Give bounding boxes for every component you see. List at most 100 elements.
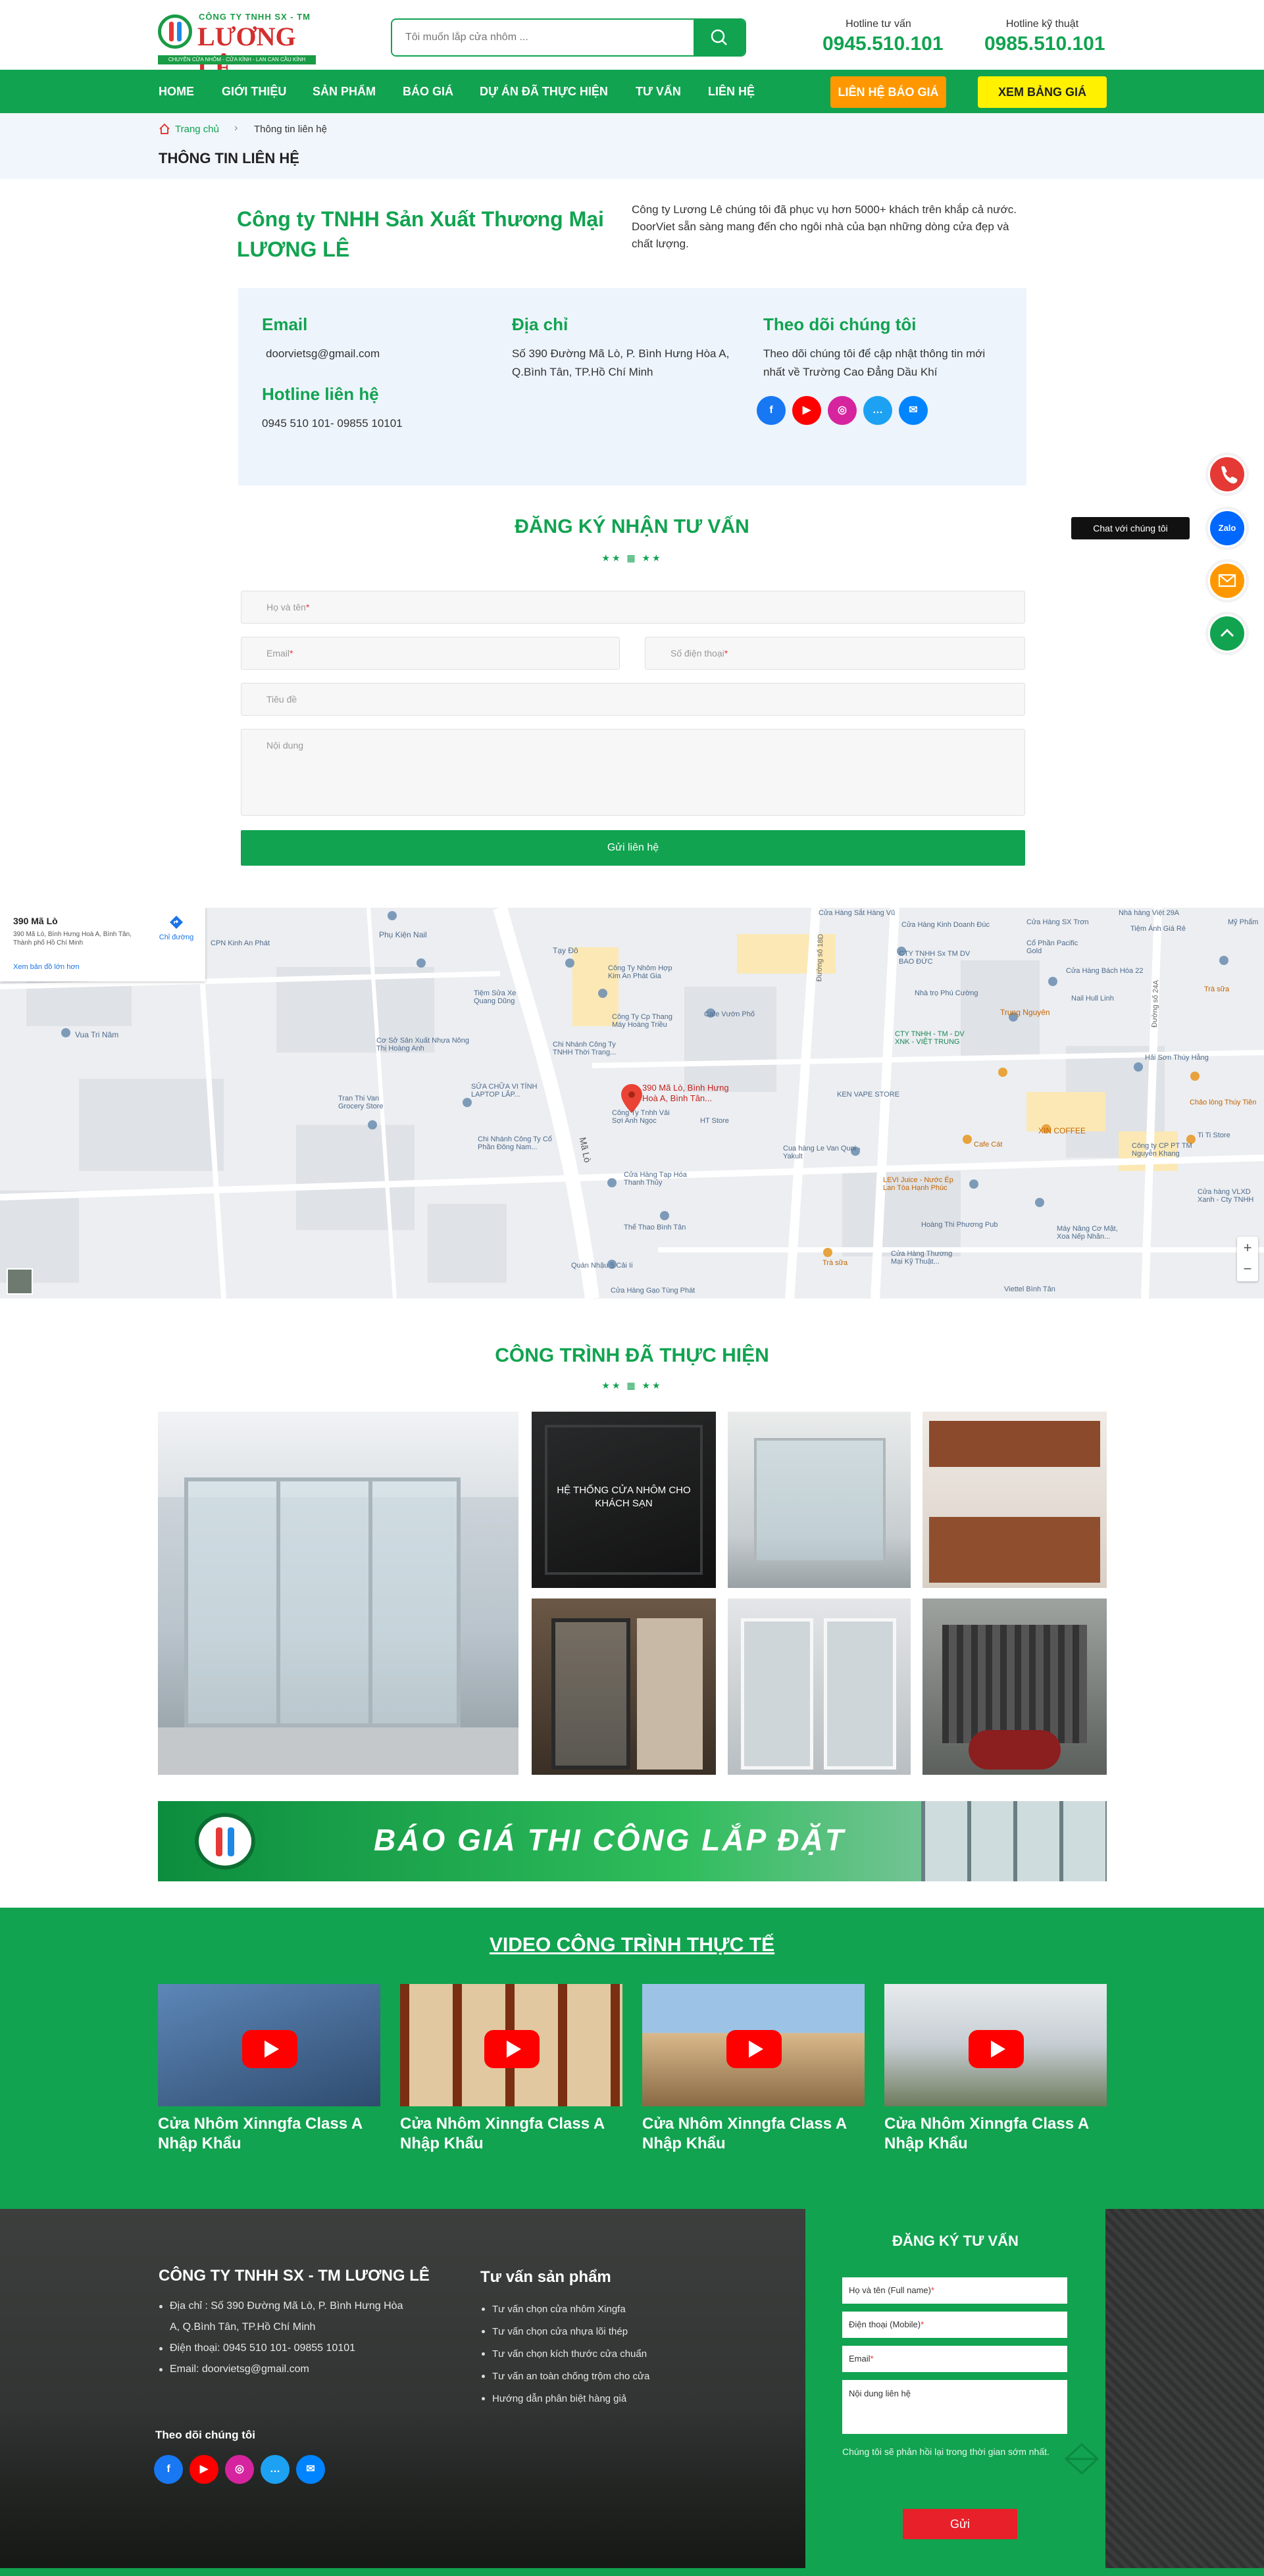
- footer-advice-link[interactable]: Tư vấn chọn cửa nhôm Xingfa: [480, 2298, 717, 2321]
- hotline-heading: Hotline liên hệ: [262, 384, 379, 404]
- quote-banner[interactable]: BÁO GIÁ THI CÔNG LẮP ĐẶT: [158, 1801, 1107, 1881]
- project-image-hotel[interactable]: HỆ THỐNG CỬA NHÔM CHO KHÁCH SẠN: [532, 1412, 716, 1588]
- map-label: Công Ty Tnhh Vải Sợi Anh Ngọc: [612, 1109, 670, 1125]
- map-label: Cửa Hàng Thương Mại Kỹ Thuật...: [891, 1250, 953, 1266]
- footer-register-form: ĐĂNG KÝ TƯ VẤN Họ và tên (Full name)* Đi…: [805, 2209, 1105, 2576]
- email-button[interactable]: [1208, 562, 1246, 600]
- video-thumbnail[interactable]: [884, 1984, 1107, 2106]
- map-label: Cơ Sở Sản Xuất Nhựa Nông Thị Hoàng Anh: [376, 1037, 470, 1053]
- messenger-icon[interactable]: ✉: [899, 396, 928, 425]
- play-icon[interactable]: [484, 2030, 540, 2068]
- footer-phone[interactable]: Điện thoại: 0945 510 101- 09855 10101: [158, 2338, 408, 2359]
- map-label: Quán Nhậu 5 Cải Ii: [571, 1262, 633, 1270]
- search-box: [391, 18, 746, 57]
- search-button[interactable]: [694, 20, 745, 55]
- email-value[interactable]: doorvietsg@gmail.com: [266, 345, 380, 363]
- breadcrumb-home[interactable]: Trang chủ: [175, 124, 219, 135]
- map-label: Cửa Hàng Sắt Hàng Vũ: [819, 909, 896, 917]
- project-image-white-doors[interactable]: [728, 1598, 911, 1775]
- footer-advice-link[interactable]: Tư vấn chọn kích thước cửa chuẩn: [480, 2343, 717, 2365]
- video-card[interactable]: Cửa Nhôm Xinngfa Class A Nhập Khẩu: [158, 1984, 380, 2154]
- directions-button[interactable]: Chỉ đường: [158, 914, 195, 941]
- footer-advice-list: Tư vấn chọn cửa nhôm Xingfa Tư vấn chọn …: [480, 2298, 717, 2410]
- video-caption[interactable]: Cửa Nhôm Xinngfa Class A Nhập Khẩu: [400, 2114, 622, 2154]
- search-input[interactable]: [392, 20, 695, 55]
- video-caption[interactable]: Cửa Nhôm Xinngfa Class A Nhập Khẩu: [884, 2114, 1107, 2154]
- footer-advice-heading: Tư vấn sản phẩm: [480, 2268, 611, 2286]
- video-card[interactable]: Cửa Nhôm Xinngfa Class A Nhập Khẩu: [642, 1984, 865, 2154]
- nav-projects[interactable]: DỰ ÁN ĐÃ THỰC HIỆN: [480, 70, 608, 113]
- nav-contact[interactable]: LIÊN HỆ: [708, 70, 755, 113]
- follow-heading: Theo dõi chúng tôi: [763, 314, 917, 334]
- project-image-folding-door[interactable]: [532, 1598, 716, 1775]
- page-title: THÔNG TIN LIÊN HỆ: [159, 150, 299, 166]
- hotline-number[interactable]: 0945.510.101: [822, 33, 944, 55]
- contact-quote-button[interactable]: LIÊN HỆ BÁO GIÁ: [830, 76, 946, 108]
- play-icon[interactable]: [242, 2030, 297, 2068]
- map-label: Đường số 18D: [815, 933, 825, 982]
- footer-submit-button[interactable]: Gửi: [903, 2509, 1017, 2539]
- footer-content-field[interactable]: Nội dung liên hệ: [842, 2380, 1067, 2434]
- hotline-tech: Hotline kỹ thuật 0985.510.101: [984, 18, 1105, 55]
- facebook-icon[interactable]: f: [154, 2455, 183, 2484]
- submit-contact-button[interactable]: Gửi liên hệ: [241, 830, 1025, 866]
- price-list-button[interactable]: XEM BẢNG GIÁ: [978, 76, 1107, 108]
- play-icon[interactable]: [969, 2030, 1024, 2068]
- phone-call-button[interactable]: [1208, 455, 1246, 493]
- satellite-toggle[interactable]: [7, 1268, 33, 1295]
- name-field[interactable]: Họ và tên*: [241, 591, 1025, 624]
- chat-icon[interactable]: …: [863, 396, 892, 425]
- youtube-icon[interactable]: ▶: [190, 2455, 218, 2484]
- footer-advice-link[interactable]: Tư vấn chọn cửa nhựa lõi thép: [480, 2321, 717, 2343]
- footer-email[interactable]: Email: doorvietsg@gmail.com: [158, 2359, 408, 2380]
- video-thumbnail[interactable]: [400, 1984, 622, 2106]
- map-label: Đường số 24A: [1150, 979, 1161, 1028]
- nav-pricing[interactable]: BÁO GIÁ: [403, 70, 453, 113]
- instagram-icon[interactable]: ◎: [828, 396, 857, 425]
- map-label: Công Ty Cp Thang Máy Hoàng Triều: [612, 1013, 672, 1029]
- nav-advice[interactable]: TƯ VẤN: [636, 70, 681, 113]
- video-caption[interactable]: Cửa Nhôm Xinngfa Class A Nhập Khẩu: [158, 2114, 380, 2154]
- phone-field[interactable]: Số điện thoại*: [645, 637, 1025, 670]
- instagram-icon[interactable]: ◎: [225, 2455, 254, 2484]
- email-field[interactable]: Email*: [241, 637, 620, 670]
- map-label: KEN VAPE STORE: [837, 1091, 899, 1099]
- map-label: Cafe Vườn Phố: [704, 1010, 755, 1018]
- footer-name-field[interactable]: Họ và tên (Full name)*: [842, 2277, 1067, 2304]
- tech-number[interactable]: 0985.510.101: [984, 33, 1105, 55]
- map-label: Tran Thi Van Grocery Store: [338, 1095, 384, 1110]
- facebook-icon[interactable]: f: [757, 396, 786, 425]
- video-caption[interactable]: Cửa Nhôm Xinngfa Class A Nhập Khẩu: [642, 2114, 865, 2154]
- footer-advice-link[interactable]: Hướng dẫn phân biệt hàng giả: [480, 2388, 717, 2410]
- video-thumbnail[interactable]: [158, 1984, 380, 2106]
- video-card[interactable]: Cửa Nhôm Xinngfa Class A Nhập Khẩu: [884, 1984, 1107, 2154]
- chat-icon[interactable]: …: [261, 2455, 290, 2484]
- map-label: Cafe Cát: [974, 1141, 1003, 1149]
- view-larger-map-link[interactable]: Xem bản đồ lớn hơn: [13, 963, 80, 971]
- content-field[interactable]: Nội dung: [241, 729, 1025, 816]
- nav-about[interactable]: GIỚI THIỆU: [222, 70, 286, 113]
- subject-field[interactable]: Tiêu đề: [241, 683, 1025, 716]
- zoom-out-button[interactable]: −: [1237, 1259, 1258, 1281]
- project-image-kitchen[interactable]: [923, 1412, 1107, 1588]
- map[interactable]: 390 Mã Lò 390 Mã Lò, Bình Hưng Hoà A, Bì…: [0, 908, 1264, 1299]
- footer-email-field[interactable]: Email*: [842, 2346, 1067, 2372]
- nav-products[interactable]: SẢN PHẨM: [313, 70, 376, 113]
- play-icon[interactable]: [726, 2030, 782, 2068]
- youtube-icon[interactable]: ▶: [792, 396, 821, 425]
- project-image-office[interactable]: [158, 1412, 518, 1775]
- zoom-in-button[interactable]: +: [1237, 1237, 1258, 1259]
- footer-phone-field[interactable]: Điện thoại (Mobile)*: [842, 2312, 1067, 2338]
- video-thumbnail[interactable]: [642, 1984, 865, 2106]
- project-image-glass-wall[interactable]: [728, 1412, 911, 1588]
- nav-home[interactable]: HOME: [159, 70, 194, 113]
- project-image-gate[interactable]: [923, 1598, 1107, 1775]
- messenger-icon[interactable]: ✉: [296, 2455, 325, 2484]
- footer-advice-link[interactable]: Tư vấn an toàn chống trộm cho cửa: [480, 2365, 717, 2388]
- hotline-value[interactable]: 0945 510 101- 09855 10101: [262, 414, 403, 433]
- video-card[interactable]: Cửa Nhôm Xinngfa Class A Nhập Khẩu: [400, 1984, 622, 2154]
- map-label: Chảo lòng Thúy Tiên: [1190, 1099, 1257, 1106]
- scroll-top-button[interactable]: [1208, 614, 1246, 653]
- logo[interactable]: CÔNG TY TNHH SX - TM LƯƠNG LÊ CHUYÊN CỬA…: [158, 11, 316, 82]
- zalo-button[interactable]: Zalo: [1208, 509, 1246, 547]
